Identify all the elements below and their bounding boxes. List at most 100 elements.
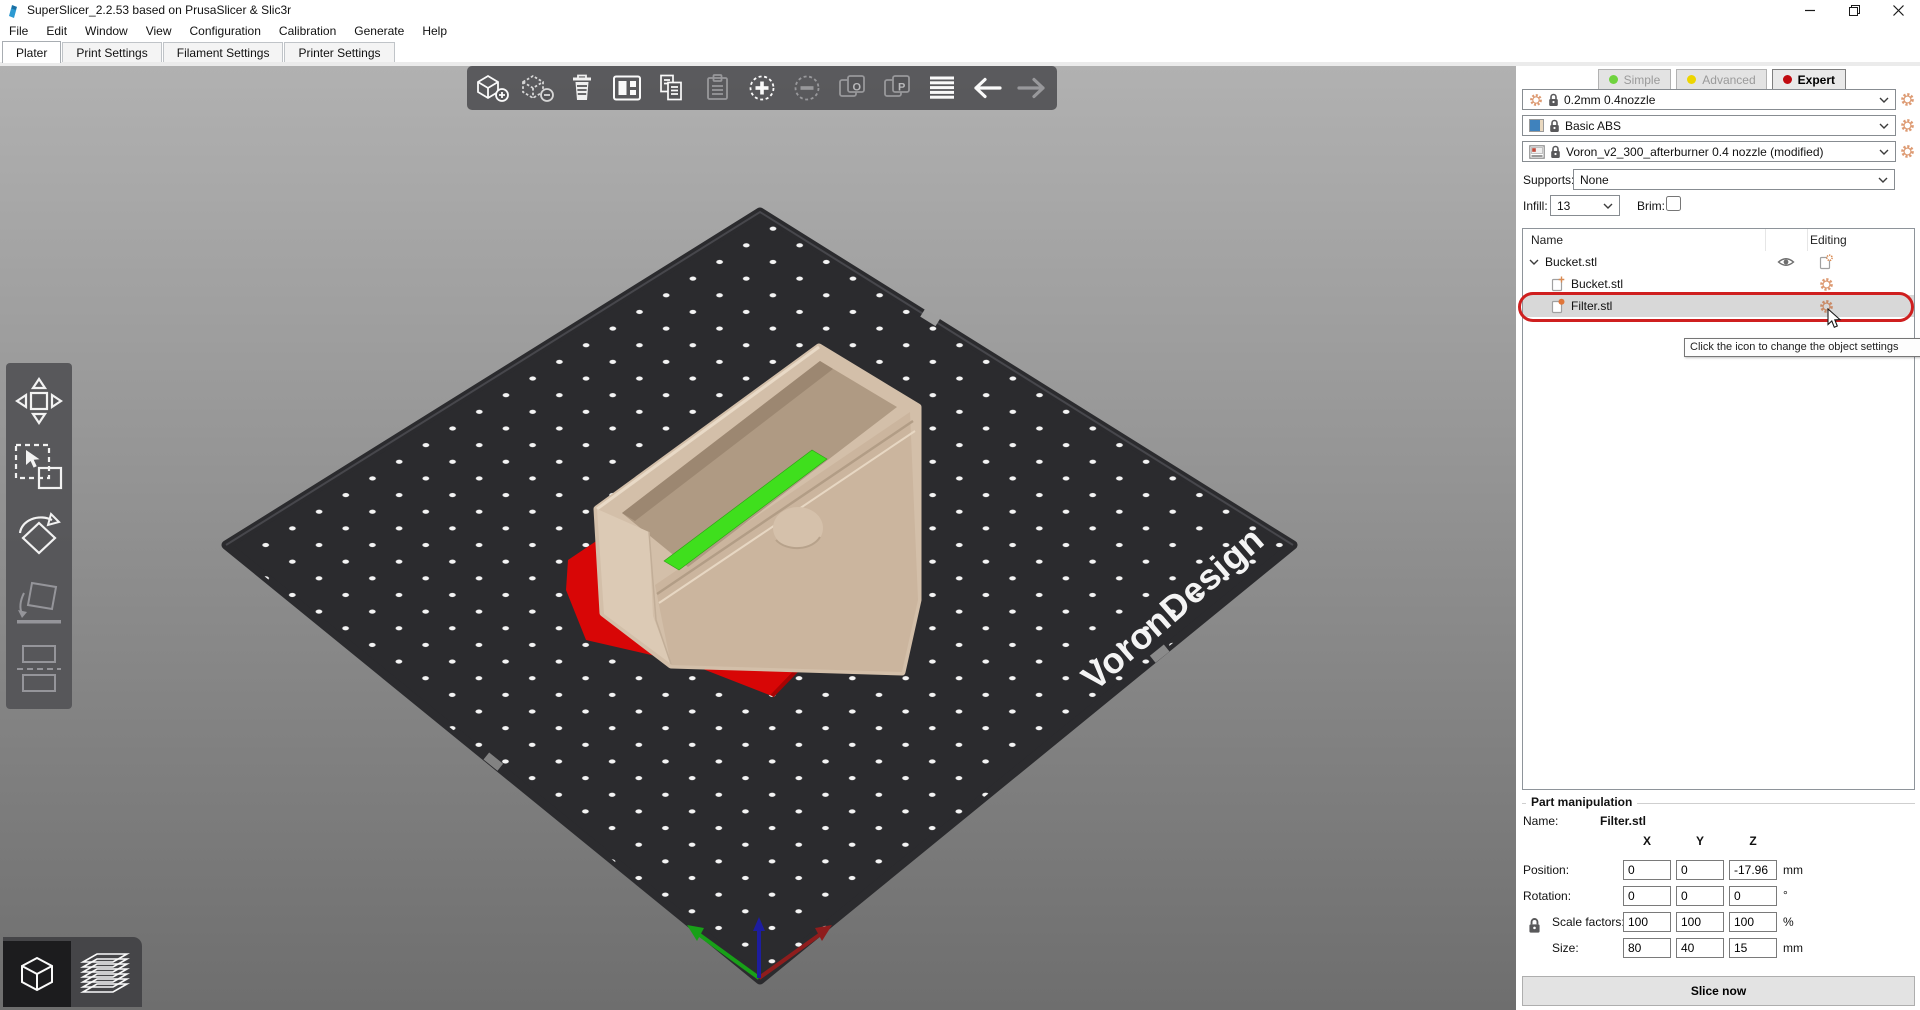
add-object-button[interactable] [472, 68, 512, 108]
supports-select[interactable]: None [1573, 169, 1895, 190]
object-settings-icon[interactable] [1819, 254, 1833, 270]
viewport-3d[interactable]: VoronDesign O P [0, 66, 1516, 1010]
modifier-part-icon [1551, 298, 1565, 314]
infill-value: 13 [1557, 198, 1571, 213]
mode-expert-button[interactable]: Expert [1771, 69, 1846, 90]
infill-label: Infill: [1523, 199, 1548, 213]
view-mode-toggle [3, 937, 142, 1007]
scale-gizmo-button[interactable] [10, 438, 68, 498]
size-x-input[interactable] [1623, 938, 1671, 958]
delete-all-icon-button[interactable] [562, 68, 602, 108]
scale-label: Scale factors: [1552, 915, 1625, 929]
filament-profile-settings-button[interactable] [1900, 118, 1915, 133]
scale-y-input[interactable] [1676, 912, 1724, 932]
tab-filament-settings[interactable]: Filament Settings [162, 42, 284, 62]
eye-icon[interactable] [1777, 256, 1795, 268]
menu-generate[interactable]: Generate [345, 20, 413, 41]
viewport-3d-scene[interactable]: VoronDesign [0, 66, 1516, 1010]
delete-object-button[interactable] [517, 68, 557, 108]
filament-swatch-icon [1529, 119, 1544, 132]
add-instance-button[interactable] [742, 68, 782, 108]
tab-printer-settings[interactable]: Printer Settings [284, 42, 395, 62]
view-preview-layers-button[interactable] [71, 941, 139, 1007]
menu-file[interactable]: File [0, 20, 37, 41]
axis-z-header: Z [1749, 834, 1757, 848]
move-gizmo-button[interactable] [10, 371, 68, 431]
object-name: Bucket.stl [1545, 255, 1598, 269]
redo-button[interactable] [1012, 68, 1052, 108]
size-y-input[interactable] [1676, 938, 1724, 958]
menu-calibration[interactable]: Calibration [270, 20, 345, 41]
tree-collapse-icon[interactable] [1529, 259, 1539, 265]
position-z-input[interactable] [1729, 860, 1777, 880]
chevron-down-icon [1879, 123, 1889, 129]
printer-profile-settings-button[interactable] [1900, 144, 1915, 159]
close-button[interactable] [1876, 0, 1920, 20]
mode-simple-label: Simple [1623, 72, 1661, 87]
rotation-y-input[interactable] [1676, 886, 1724, 906]
copy-button[interactable] [652, 68, 692, 108]
scale-z-input[interactable] [1729, 912, 1777, 932]
column-header-visibility [1765, 229, 1807, 251]
filament-profile-value: Basic ABS [1565, 118, 1622, 133]
object-row-bucket[interactable]: Bucket.stl [1523, 251, 1914, 273]
slice-now-button[interactable]: Slice now [1522, 976, 1915, 1006]
position-y-input[interactable] [1676, 860, 1724, 880]
menu-edit[interactable]: Edit [37, 20, 76, 41]
position-x-input[interactable] [1623, 860, 1671, 880]
filament-profile-select[interactable]: Basic ABS [1522, 115, 1896, 136]
part-name: Bucket.stl [1571, 277, 1624, 291]
brim-checkbox[interactable] [1666, 196, 1681, 211]
infill-select[interactable]: 13 [1550, 195, 1620, 216]
mode-switcher: Simple Advanced Expert [1597, 69, 1846, 90]
sidebar: Simple Advanced Expert 0.2mm 0.4nozzle B… [1516, 66, 1920, 1010]
rotation-z-input[interactable] [1729, 886, 1777, 906]
size-z-input[interactable] [1729, 938, 1777, 958]
part-row-bucket[interactable]: Bucket.stl [1523, 273, 1914, 295]
layer-height-editing-button[interactable] [922, 68, 962, 108]
rotation-x-input[interactable] [1623, 886, 1671, 906]
expert-mode-dot-icon [1782, 75, 1792, 84]
column-header-editing: Editing [1807, 229, 1914, 251]
menu-view[interactable]: View [137, 20, 181, 41]
menu-help[interactable]: Help [413, 20, 456, 41]
split-to-parts-button[interactable]: P [877, 68, 917, 108]
scale-x-input[interactable] [1623, 912, 1671, 932]
place-on-face-gizmo-button[interactable] [10, 572, 68, 632]
split-to-objects-button[interactable]: O [832, 68, 872, 108]
tab-print-settings[interactable]: Print Settings [62, 42, 162, 62]
print-settings-gear-icon [1530, 93, 1542, 106]
object-list-header: Name Editing [1523, 229, 1914, 251]
undo-button[interactable] [967, 68, 1007, 108]
gear-icon [1901, 145, 1914, 158]
cut-gizmo-button[interactable] [10, 639, 68, 699]
part-name-value: Filter.stl [1600, 814, 1647, 828]
arrange-button[interactable] [607, 68, 647, 108]
chevron-down-icon [1878, 177, 1888, 183]
mode-advanced-button[interactable]: Advanced [1676, 69, 1767, 90]
tab-plater[interactable]: Plater [2, 41, 62, 63]
restore-button[interactable] [1832, 0, 1876, 20]
chevron-down-icon [1879, 97, 1889, 103]
gear-icon [1901, 93, 1914, 106]
uniform-scale-lock-icon[interactable] [1528, 917, 1541, 937]
superslicer-window: SuperSlicer_2.2.53 based on PrusaSlicer … [0, 0, 1920, 1010]
part-manipulation-title: Part manipulation [1526, 795, 1638, 809]
view-3d-button[interactable] [3, 941, 71, 1007]
minimize-button[interactable] [1788, 0, 1832, 20]
mode-simple-button[interactable]: Simple [1597, 69, 1672, 90]
gizmo-toolbar [6, 363, 72, 709]
printer-profile-select[interactable]: Voron_v2_300_afterburner 0.4 nozzle (mod… [1522, 141, 1896, 162]
part-settings-gear-icon[interactable] [1819, 299, 1834, 314]
part-row-filter[interactable]: Filter.stl [1523, 295, 1914, 317]
print-profile-settings-button[interactable] [1900, 92, 1915, 107]
print-profile-select[interactable]: 0.2mm 0.4nozzle [1522, 89, 1896, 110]
rotate-gizmo-button[interactable] [10, 505, 68, 565]
part-settings-gear-icon[interactable] [1819, 277, 1834, 292]
remove-instance-button[interactable] [787, 68, 827, 108]
menu-configuration[interactable]: Configuration [181, 20, 270, 41]
menu-window[interactable]: Window [76, 20, 137, 41]
size-unit: mm [1783, 941, 1803, 955]
chevron-down-icon [1603, 203, 1613, 209]
paste-button[interactable] [697, 68, 737, 108]
